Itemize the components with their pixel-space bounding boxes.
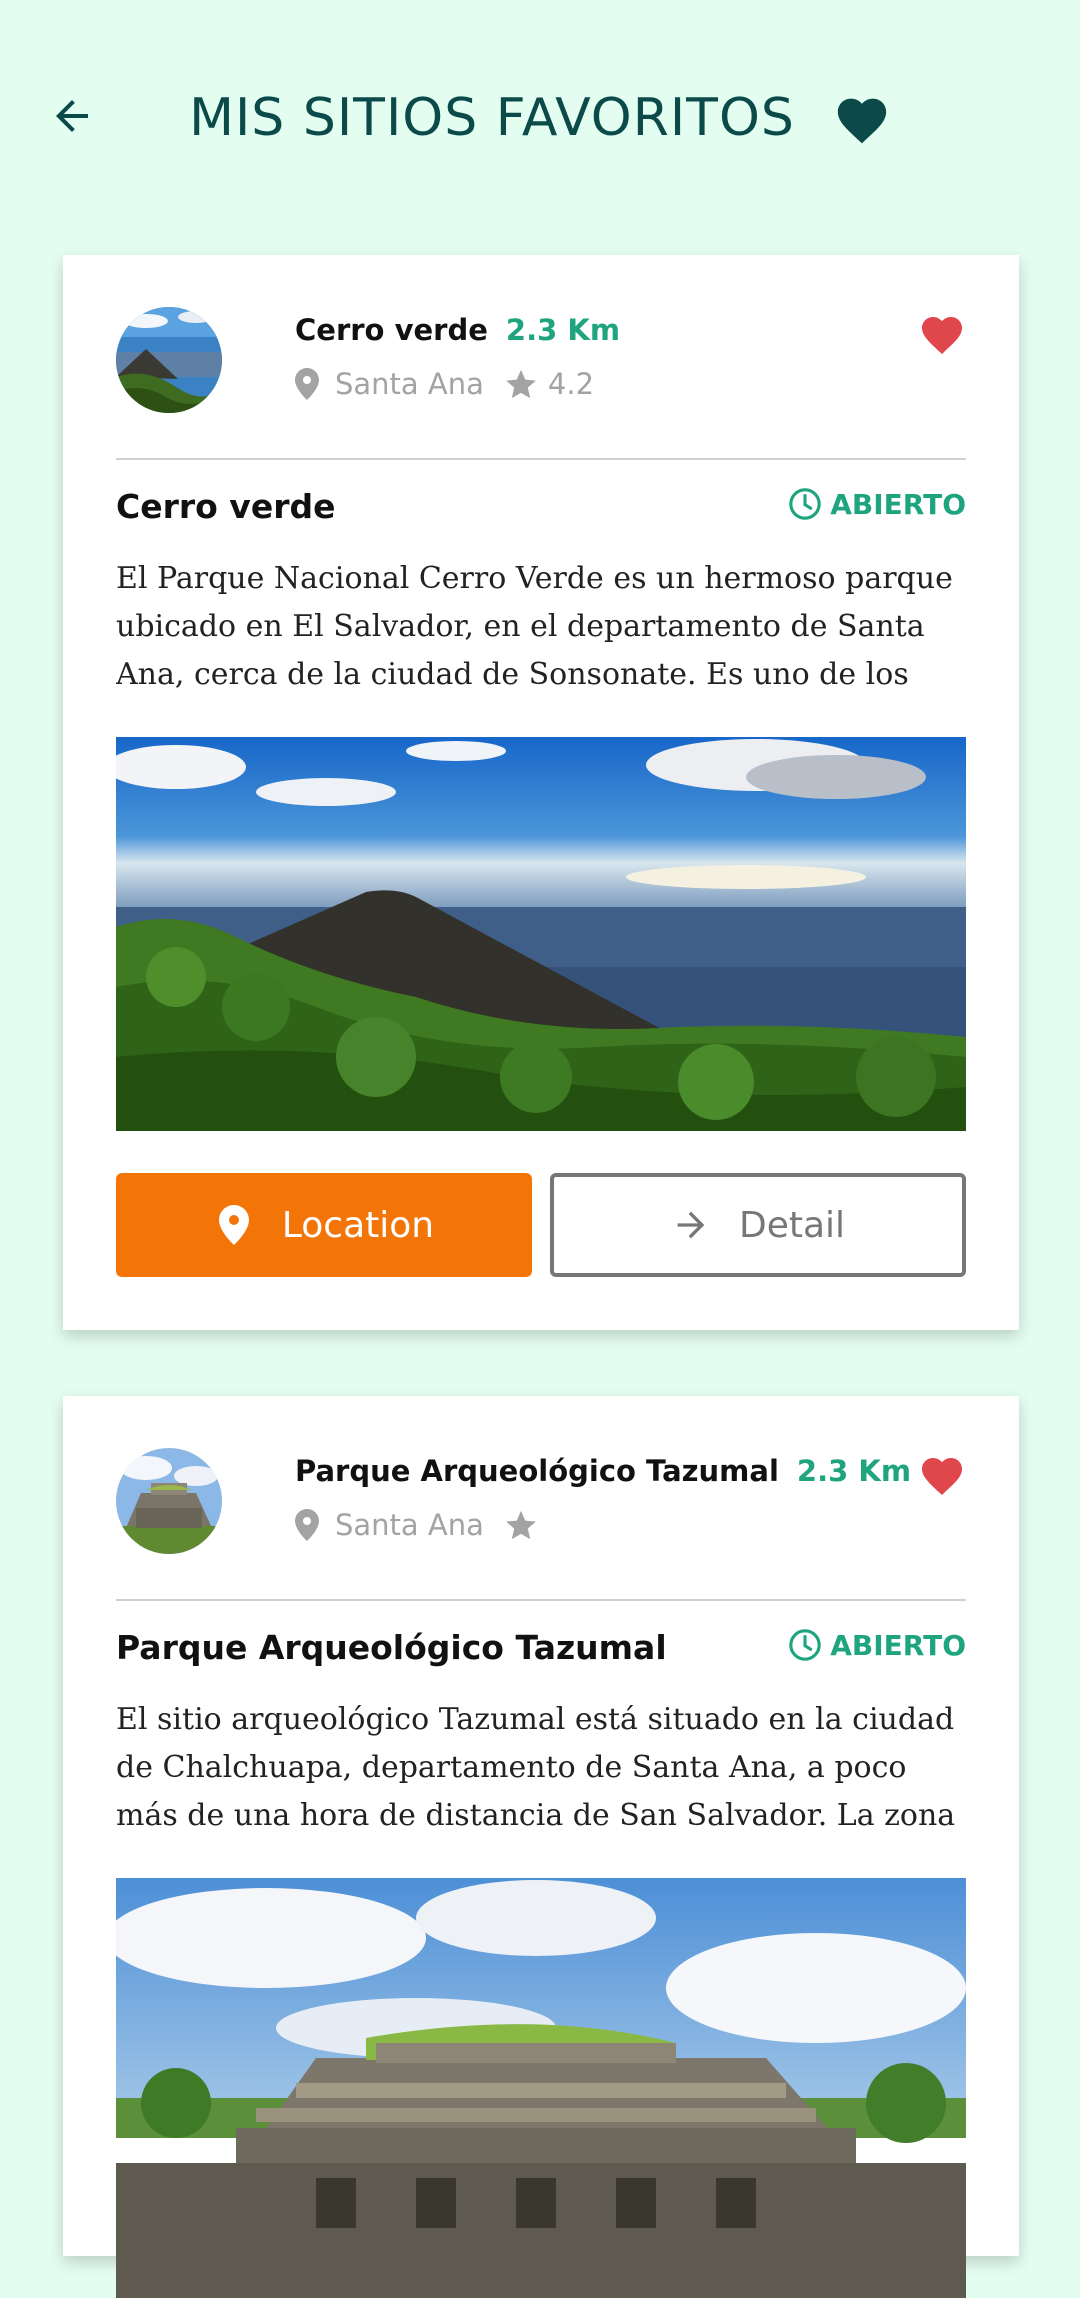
location-pin-icon (295, 368, 319, 400)
divider (116, 1599, 966, 1601)
app-header: MIS SITIOS FAVORITOS (0, 0, 1080, 250)
place-name: Parque Arqueológico Tazumal 2.3 Km (295, 1454, 912, 1488)
place-description: El Parque Nacional Cerro Verde es un her… (116, 561, 953, 692)
page-title: MIS SITIOS FAVORITOS (0, 88, 1080, 148)
card-header: Parque Arqueológico Tazumal 2.3 Km Santa … (116, 1448, 966, 1554)
location-pin-icon (218, 1205, 249, 1245)
status-text: ABIERTO (830, 487, 966, 521)
detail-button[interactable]: Detail (550, 1173, 966, 1277)
place-photo (116, 1878, 966, 2298)
clock-icon (789, 1629, 821, 1661)
heart-icon (837, 98, 887, 144)
place-avatar (116, 1448, 222, 1554)
place-card: Cerro verde 2.3 Km Santa Ana 4.2 Cerro ve… (63, 255, 1019, 1330)
place-title: Parque Arqueológico Tazumal (116, 1628, 667, 1667)
place-distance: 2.3 Km (796, 1454, 912, 1488)
arrow-right-icon (677, 1211, 705, 1239)
star-icon (506, 1510, 536, 1540)
detail-button-label: Detail (738, 1204, 846, 1246)
place-card: Parque Arqueológico Tazumal 2.3 Km Santa … (63, 1396, 1019, 2298)
card-header: Cerro verde 2.3 Km Santa Ana 4.2 (116, 307, 966, 413)
page-title-text: MIS SITIOS FAVORITOS (189, 88, 795, 148)
place-rating: 4.2 (547, 367, 595, 401)
place-name: Cerro verde 2.3 Km (295, 313, 621, 347)
divider (116, 458, 966, 460)
place-avatar (116, 307, 222, 413)
place-city: Santa Ana (335, 1508, 484, 1542)
location-button-label: Location (281, 1204, 435, 1246)
status-text: ABIERTO (830, 1628, 966, 1662)
place-meta: Santa Ana (295, 1508, 548, 1542)
place-city: Santa Ana (335, 367, 484, 401)
place-photo (116, 737, 966, 1131)
location-pin-icon (295, 1509, 319, 1541)
favorite-heart-icon[interactable] (918, 311, 966, 355)
favorite-heart-icon[interactable] (918, 1452, 966, 1496)
place-meta: Santa Ana 4.2 (295, 367, 594, 401)
place-title: Cerro verde (116, 487, 336, 526)
status-badge: ABIERTO (788, 1628, 966, 1662)
location-button[interactable]: Location (116, 1173, 532, 1277)
star-icon (506, 369, 536, 399)
status-badge: ABIERTO (788, 487, 966, 521)
clock-icon (789, 488, 821, 520)
place-distance: 2.3 Km (505, 313, 621, 347)
place-description: El sitio arqueológico Tazumal está situa… (116, 1702, 956, 1833)
